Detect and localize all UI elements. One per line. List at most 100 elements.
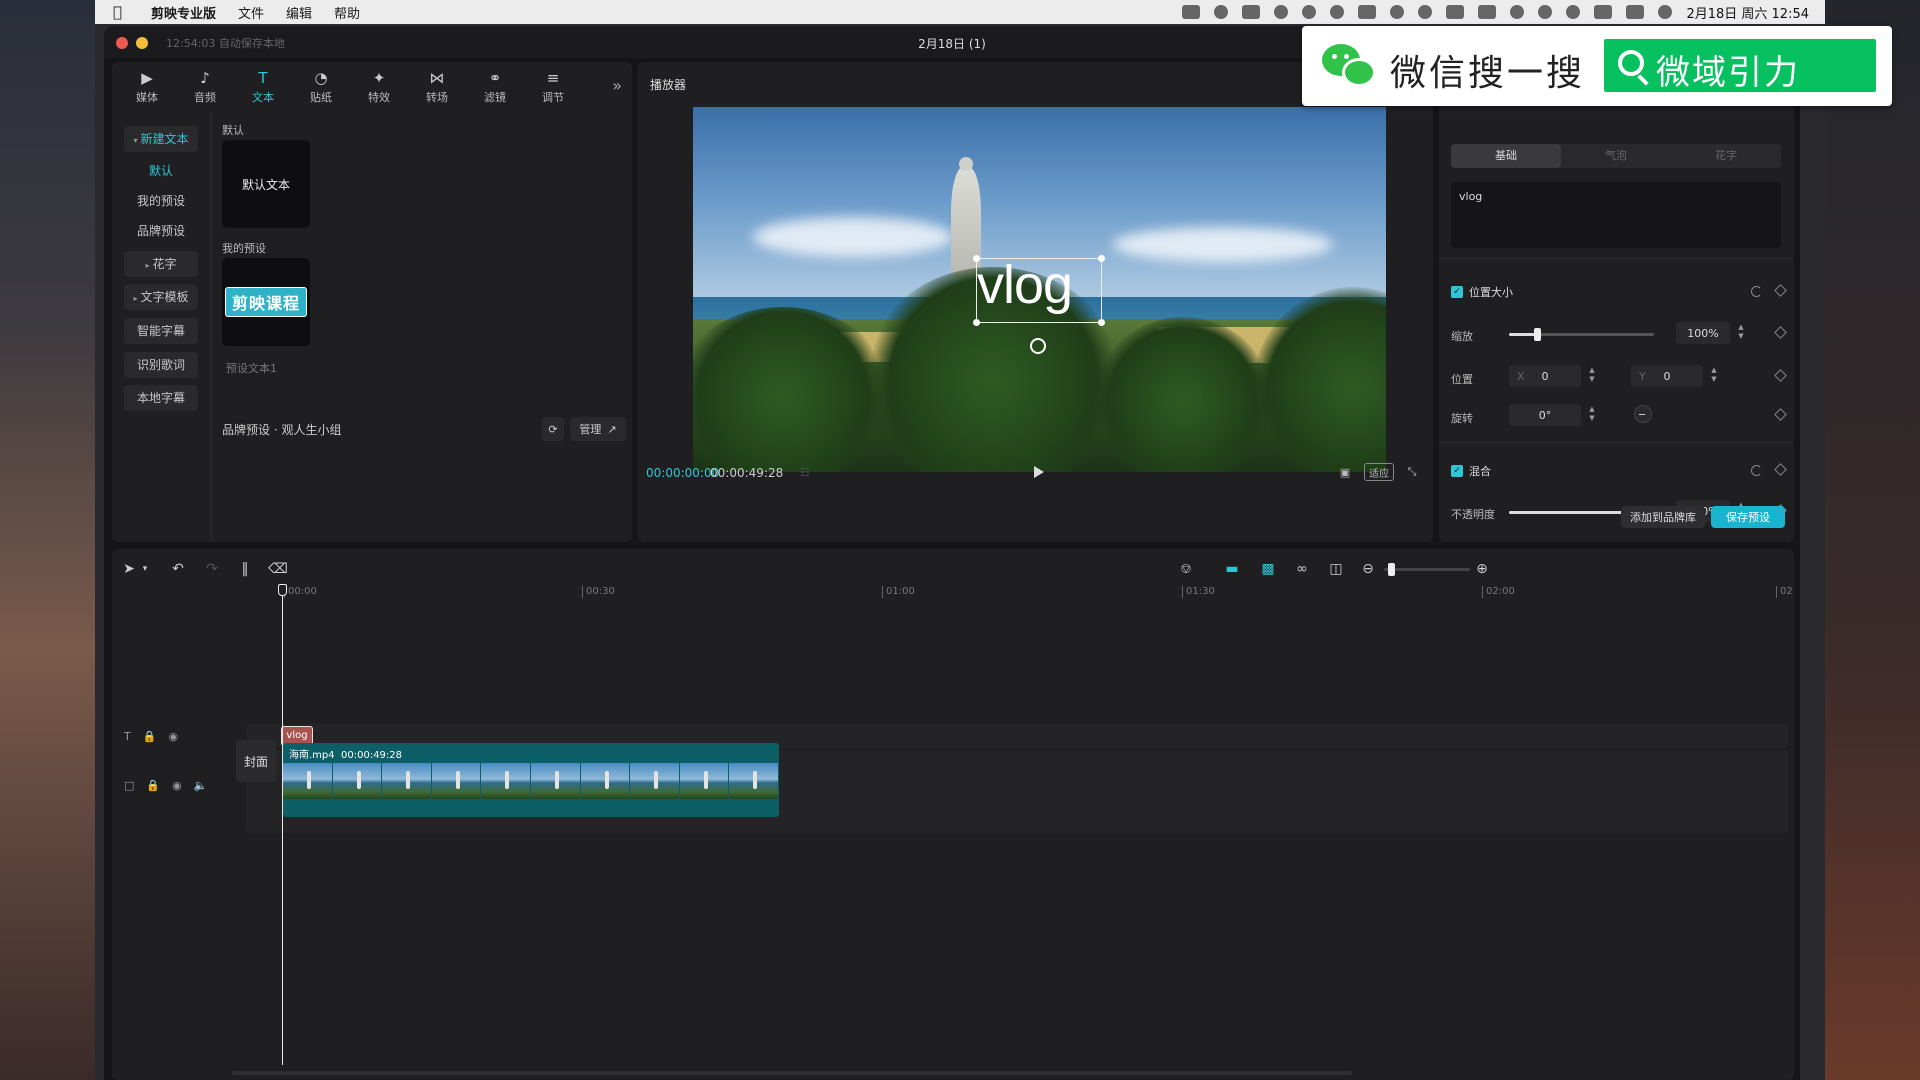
auto-snap-icon[interactable]: ▩ <box>1258 561 1278 577</box>
zoom-in-icon[interactable]: ⊕ <box>1474 561 1490 577</box>
video-clip[interactable]: 海南.mp4 00:00:49:28 <box>283 743 779 817</box>
tab-transition[interactable]: ⋈ 转场 <box>408 62 466 112</box>
position-x-input[interactable]: X0 <box>1509 365 1581 387</box>
main-track-magnet-icon[interactable]: ▬ <box>1222 561 1242 577</box>
fullscreen-icon[interactable]: ⤡ <box>1404 463 1420 481</box>
redo-icon[interactable]: ↷ <box>204 561 220 577</box>
sidebar-item-brand-presets[interactable]: 品牌预设 <box>124 218 198 244</box>
resize-handle[interactable] <box>973 255 980 262</box>
fullscreen-preview-icon[interactable]: ▣ <box>1336 463 1354 481</box>
playhead-line[interactable] <box>282 585 283 1065</box>
zoom-out-icon[interactable]: ⊖ <box>1360 561 1376 577</box>
resize-handle[interactable] <box>1098 319 1105 326</box>
sidebar-item-smart-subtitle[interactable]: 智能字幕 <box>124 318 198 344</box>
pos-size-section[interactable]: ✓ 位置大小 <box>1451 284 1513 300</box>
rotate-dial[interactable] <box>1634 405 1652 423</box>
cursor-app-icon[interactable] <box>1358 5 1377 19</box>
sidebar-item-new-text[interactable]: ▾ 新建文本 <box>124 126 198 152</box>
seg-fancy[interactable]: 花字 <box>1671 144 1781 168</box>
keyframe-icon[interactable] <box>1774 369 1787 382</box>
lock-icon[interactable]: 🔒 <box>146 779 160 792</box>
keyframe-icon[interactable] <box>1774 284 1787 297</box>
lock-icon[interactable]: 🔒 <box>143 730 157 743</box>
speaker-icon[interactable]: 🔈 <box>194 779 208 792</box>
rotate-handle-icon[interactable] <box>1030 338 1046 354</box>
moon-icon[interactable] <box>1418 5 1433 19</box>
refresh-button[interactable]: ⟳ <box>542 417 564 441</box>
resize-handle[interactable] <box>973 319 980 326</box>
rotate-input[interactable]: 0° <box>1509 404 1581 426</box>
sidebar-item-my-presets[interactable]: 我的预设 <box>124 188 198 214</box>
keyframe-icon[interactable] <box>1774 326 1787 339</box>
status-app-icon[interactable] <box>1214 5 1229 19</box>
checkbox-icon[interactable]: ✓ <box>1451 465 1463 477</box>
battery-icon[interactable] <box>1478 5 1497 19</box>
spotlight-search-icon[interactable] <box>1566 5 1581 19</box>
preset-card[interactable]: 剪映课程 <box>222 258 310 346</box>
tab-audio[interactable]: ♪ 音频 <box>176 62 234 112</box>
fit-ratio-button[interactable]: 适应 <box>1364 463 1394 481</box>
tab-sticker[interactable]: ◔ 贴纸 <box>292 62 350 112</box>
microphone-icon[interactable]: ⎊ <box>1178 561 1194 577</box>
screen-record-icon[interactable] <box>1182 5 1201 19</box>
control-center-icon[interactable] <box>1626 5 1645 19</box>
tool-dropdown-icon[interactable]: ▾ <box>140 561 150 577</box>
video-text-overlay[interactable]: vlog <box>977 254 1073 316</box>
menu-help[interactable]: 帮助 <box>334 3 360 22</box>
sidebar-item-default[interactable]: 默认 <box>124 158 198 184</box>
eye-icon[interactable]: ◉ <box>172 779 182 792</box>
list-view-icon[interactable]: ☷ <box>796 463 814 481</box>
cover-button[interactable]: 封面 <box>236 740 276 782</box>
play-button[interactable] <box>1034 466 1044 478</box>
video-preview[interactable]: vlog <box>693 107 1386 472</box>
wifi-icon[interactable] <box>1510 5 1525 19</box>
sidebar-item-text-template[interactable]: ▸ 文字模板 <box>124 284 198 310</box>
manage-button[interactable]: 管理 ↗ <box>570 417 626 441</box>
menu-app-name[interactable]: 剪映专业版 <box>151 3 216 22</box>
stepper-icon[interactable]: ▲▼ <box>1587 405 1597 425</box>
playhead-handle[interactable] <box>278 584 287 596</box>
blend-section[interactable]: ✓ 混合 <box>1451 463 1491 479</box>
timeline-scrollbar[interactable] <box>232 1071 1352 1075</box>
apple-menu-icon[interactable]:  <box>113 4 127 20</box>
tab-text[interactable]: T 文本 <box>234 62 292 112</box>
add-to-brand-button[interactable]: 添加到品牌库 <box>1621 506 1705 528</box>
menu-file[interactable]: 文件 <box>238 3 264 22</box>
volume-icon[interactable] <box>1446 5 1465 19</box>
sidebar-item-lyrics[interactable]: 识别歌词 <box>124 352 198 378</box>
tab-filter[interactable]: ⚭ 滤镜 <box>466 62 524 112</box>
save-preset-button[interactable]: 保存预设 <box>1711 506 1785 528</box>
eye-icon[interactable]: ◉ <box>168 730 178 743</box>
bell-icon[interactable] <box>1390 5 1405 19</box>
zoom-slider[interactable] <box>1384 563 1470 576</box>
scale-input[interactable]: 100% <box>1676 322 1730 344</box>
wechat-tray-icon[interactable] <box>1538 5 1553 19</box>
tab-media[interactable]: ▶ 媒体 <box>118 62 176 112</box>
airplane-icon[interactable] <box>1330 5 1345 19</box>
seg-basic[interactable]: 基础 <box>1451 144 1561 168</box>
network-app-icon[interactable] <box>1274 5 1289 19</box>
tab-effects[interactable]: ✦ 特效 <box>350 62 408 112</box>
stepper-icon[interactable]: ▲▼ <box>1587 366 1597 386</box>
stepper-icon[interactable]: ▲▼ <box>1736 323 1746 343</box>
position-y-input[interactable]: Y0 <box>1631 365 1703 387</box>
slider-knob[interactable] <box>1534 328 1541 341</box>
siri-icon[interactable] <box>1658 5 1673 19</box>
menu-edit[interactable]: 编辑 <box>286 3 312 22</box>
scale-slider[interactable] <box>1509 328 1654 341</box>
reset-icon[interactable] <box>1751 465 1762 476</box>
default-text-card[interactable]: 默认文本 <box>222 140 310 228</box>
more-tabs-icon[interactable]: » <box>612 76 622 95</box>
preview-axis-icon[interactable]: ◫ <box>1326 561 1346 577</box>
time-ruler[interactable]: 00:00 00:30 01:00 01:30 02:00 02 <box>112 582 1794 600</box>
text-content-input[interactable]: vlog <box>1451 182 1781 248</box>
dot-icon[interactable] <box>1302 5 1317 19</box>
stepper-icon[interactable]: ▲▼ <box>1709 366 1719 386</box>
menubar-clock[interactable]: 2月18日 周六 12:54 <box>1686 3 1809 22</box>
input-source-icon[interactable] <box>1594 5 1613 19</box>
slider-knob[interactable] <box>1388 563 1395 576</box>
undo-icon[interactable]: ↶ <box>170 561 186 577</box>
keyframe-icon[interactable] <box>1774 408 1787 421</box>
link-icon[interactable]: ∞ <box>1292 561 1312 577</box>
sidebar-item-local-subtitle[interactable]: 本地字幕 <box>124 385 198 411</box>
